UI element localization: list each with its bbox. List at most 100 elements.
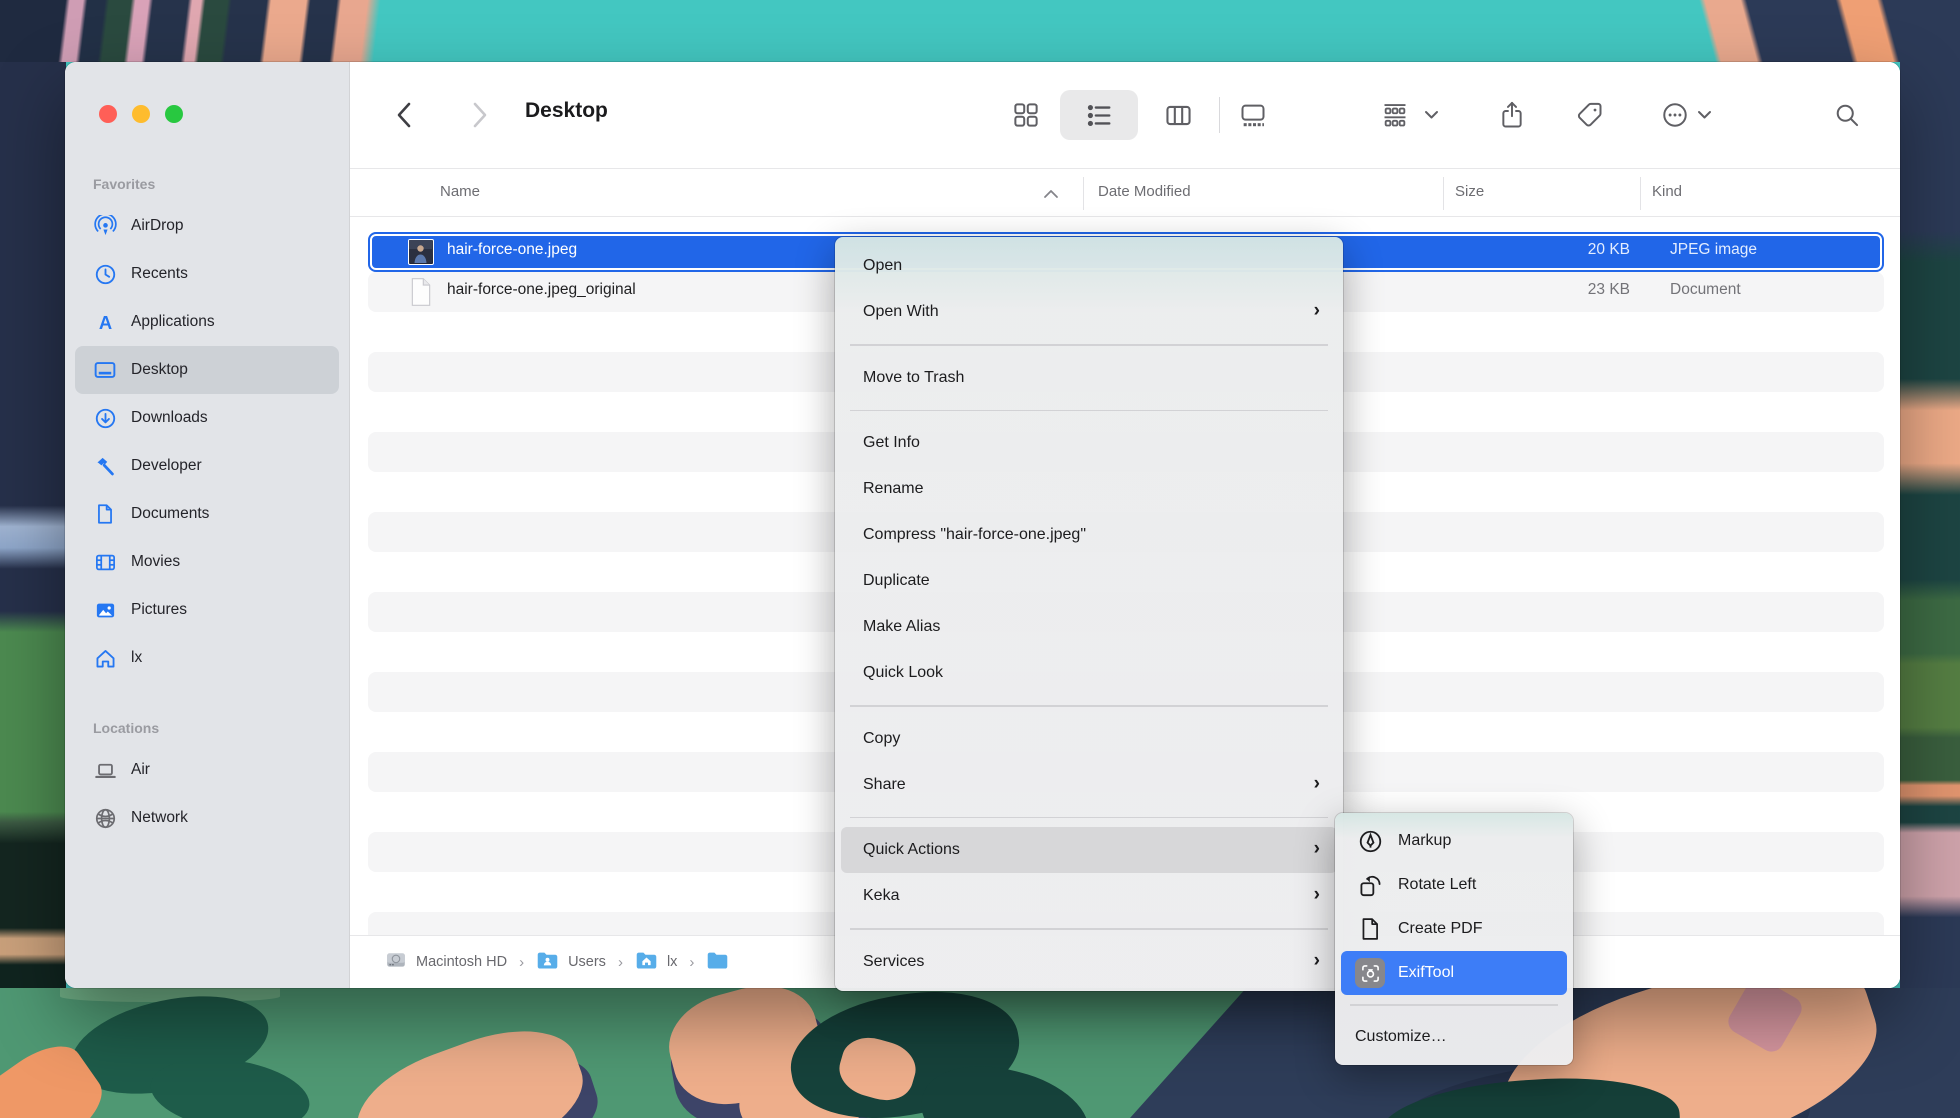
- airdrop-icon: [93, 214, 117, 238]
- breadcrumb-item-users[interactable]: Users: [536, 949, 606, 976]
- menu-item-label: Quick Actions: [863, 841, 960, 859]
- sidebar-item-movies[interactable]: Movies: [75, 538, 339, 586]
- list-view-button[interactable]: [1076, 92, 1122, 138]
- column-header-row: Name Date Modified Size Kind: [350, 168, 1900, 217]
- menu-item-open-with[interactable]: Open With›: [841, 289, 1337, 335]
- menu-item-duplicate[interactable]: Duplicate: [841, 558, 1337, 604]
- menu-item-label: Rotate Left: [1398, 876, 1476, 894]
- submenu-chevron-icon: ›: [1314, 773, 1320, 795]
- document-icon: [93, 502, 117, 526]
- menu-item-compress-hair-force-one-jpeg[interactable]: Compress "hair-force-one.jpeg": [841, 512, 1337, 558]
- sidebar-item-pictures[interactable]: Pictures: [75, 586, 339, 634]
- menu-item-quick-look[interactable]: Quick Look: [841, 650, 1337, 696]
- sidebar-item-documents[interactable]: Documents: [75, 490, 339, 538]
- column-header-size[interactable]: Size: [1455, 183, 1484, 200]
- grid-view-button[interactable]: [1003, 92, 1049, 138]
- sidebar-item-lx[interactable]: lx: [75, 634, 339, 682]
- more-chevron-icon[interactable]: [1691, 92, 1717, 138]
- sidebar-item-label: lx: [131, 649, 142, 667]
- column-header-name[interactable]: Name: [440, 183, 480, 200]
- sidebar-item-label: Desktop: [131, 361, 188, 379]
- menu-separator: [1350, 1004, 1558, 1006]
- hammer-icon: [93, 454, 117, 478]
- menu-item-open[interactable]: Open: [841, 243, 1337, 289]
- menu-item-customize[interactable]: Customize…: [1341, 1015, 1567, 1059]
- breadcrumb-item-lx[interactable]: lx: [635, 949, 677, 976]
- breadcrumb-separator: ›: [689, 954, 694, 971]
- sidebar-item-downloads[interactable]: Downloads: [75, 394, 339, 442]
- group-chevron-icon[interactable]: [1418, 92, 1444, 138]
- file-name: hair-force-one.jpeg: [447, 241, 577, 259]
- sidebar-list: FavoritesAirDrop Recents AApplications Desk…: [65, 166, 349, 842]
- group-button[interactable]: [1372, 92, 1418, 138]
- sidebar-section-title: Favorites: [65, 166, 349, 202]
- desktop-icon: [93, 358, 117, 382]
- home-icon: [93, 646, 117, 670]
- sidebar-item-network[interactable]: Network: [75, 794, 339, 842]
- back-button[interactable]: [385, 95, 425, 135]
- wallpaper-foliage-stripes: [0, 0, 430, 62]
- sidebar-item-developer[interactable]: Developer: [75, 442, 339, 490]
- menu-item-get-info[interactable]: Get Info: [841, 420, 1337, 466]
- menu-item-share[interactable]: Share ›: [841, 762, 1337, 808]
- tag-button[interactable]: [1567, 92, 1613, 138]
- column-separator[interactable]: [1443, 177, 1444, 210]
- zoom-button[interactable]: [165, 105, 183, 123]
- sort-ascending-icon[interactable]: [1043, 189, 1059, 199]
- photo-icon: [93, 598, 117, 622]
- column-header-kind[interactable]: Kind: [1652, 183, 1682, 200]
- submenu-chevron-icon: ›: [1314, 838, 1320, 860]
- menu-item-copy[interactable]: Copy: [841, 716, 1337, 762]
- menu-item-make-alias[interactable]: Make Alias: [841, 604, 1337, 650]
- gallery-view-button[interactable]: [1230, 92, 1276, 138]
- menu-item-rename[interactable]: Rename: [841, 466, 1337, 512]
- column-separator[interactable]: [1640, 177, 1641, 210]
- folder-icon: [706, 949, 729, 976]
- menu-item-label: Customize…: [1355, 1028, 1447, 1046]
- menu-item-rotate-left[interactable]: Rotate Left: [1341, 863, 1567, 907]
- column-header-date[interactable]: Date Modified: [1098, 183, 1191, 200]
- menu-item-keka[interactable]: Keka›: [841, 873, 1337, 919]
- file-kind: Document: [1670, 281, 1741, 299]
- toolbar: Desktop: [350, 62, 1900, 168]
- column-view-button[interactable]: [1155, 92, 1201, 138]
- close-button[interactable]: [99, 105, 117, 123]
- sidebar-item-label: Recents: [131, 265, 188, 283]
- sidebar-item-airdrop[interactable]: AirDrop: [75, 202, 339, 250]
- breadcrumb-item[interactable]: [706, 949, 729, 976]
- menu-item-label: Share: [863, 776, 906, 794]
- sidebar-item-air[interactable]: Air: [75, 746, 339, 794]
- minimize-button[interactable]: [132, 105, 150, 123]
- document-file-icon: [408, 277, 434, 312]
- clock-icon: [93, 262, 117, 286]
- breadcrumb-item-macintosh-hd[interactable]: Macintosh HD: [385, 949, 507, 975]
- sidebar-item-label: Downloads: [131, 409, 208, 427]
- menu-item-quick-actions[interactable]: Quick Actions ›: [841, 827, 1337, 873]
- sidebar-item-recents[interactable]: Recents: [75, 250, 339, 298]
- menu-item-label: Open: [863, 257, 902, 275]
- breadcrumb-label: lx: [667, 954, 677, 970]
- sidebar-item-desktop[interactable]: Desktop: [75, 346, 339, 394]
- menu-item-label: Compress "hair-force-one.jpeg": [863, 526, 1086, 544]
- menu-item-label: Make Alias: [863, 618, 940, 636]
- film-icon: [93, 550, 117, 574]
- share-button[interactable]: [1489, 92, 1535, 138]
- submenu-chevron-icon: ›: [1314, 300, 1320, 322]
- folder-users-icon: [536, 949, 559, 976]
- submenu-chevron-icon: ›: [1314, 884, 1320, 906]
- sidebar-item-applications[interactable]: AApplications: [75, 298, 339, 346]
- menu-item-exiftool[interactable]: ExifTool: [1341, 951, 1567, 995]
- downloads-icon: [93, 406, 117, 430]
- forward-button[interactable]: [459, 95, 499, 135]
- svg-text:A: A: [98, 311, 111, 332]
- menu-item-create-pdf[interactable]: Create PDF: [1341, 907, 1567, 951]
- menu-item-services[interactable]: Services ›: [841, 939, 1337, 985]
- column-separator[interactable]: [1083, 177, 1084, 210]
- menu-item-label: Services: [863, 953, 924, 971]
- breadcrumb-separator: ›: [519, 954, 524, 971]
- search-button[interactable]: [1824, 92, 1870, 138]
- menu-item-move-to-trash[interactable]: Move to Trash: [841, 355, 1337, 401]
- submenu-chevron-icon: ›: [1314, 950, 1320, 972]
- menu-separator: [850, 705, 1328, 707]
- menu-item-markup[interactable]: Markup: [1341, 819, 1567, 863]
